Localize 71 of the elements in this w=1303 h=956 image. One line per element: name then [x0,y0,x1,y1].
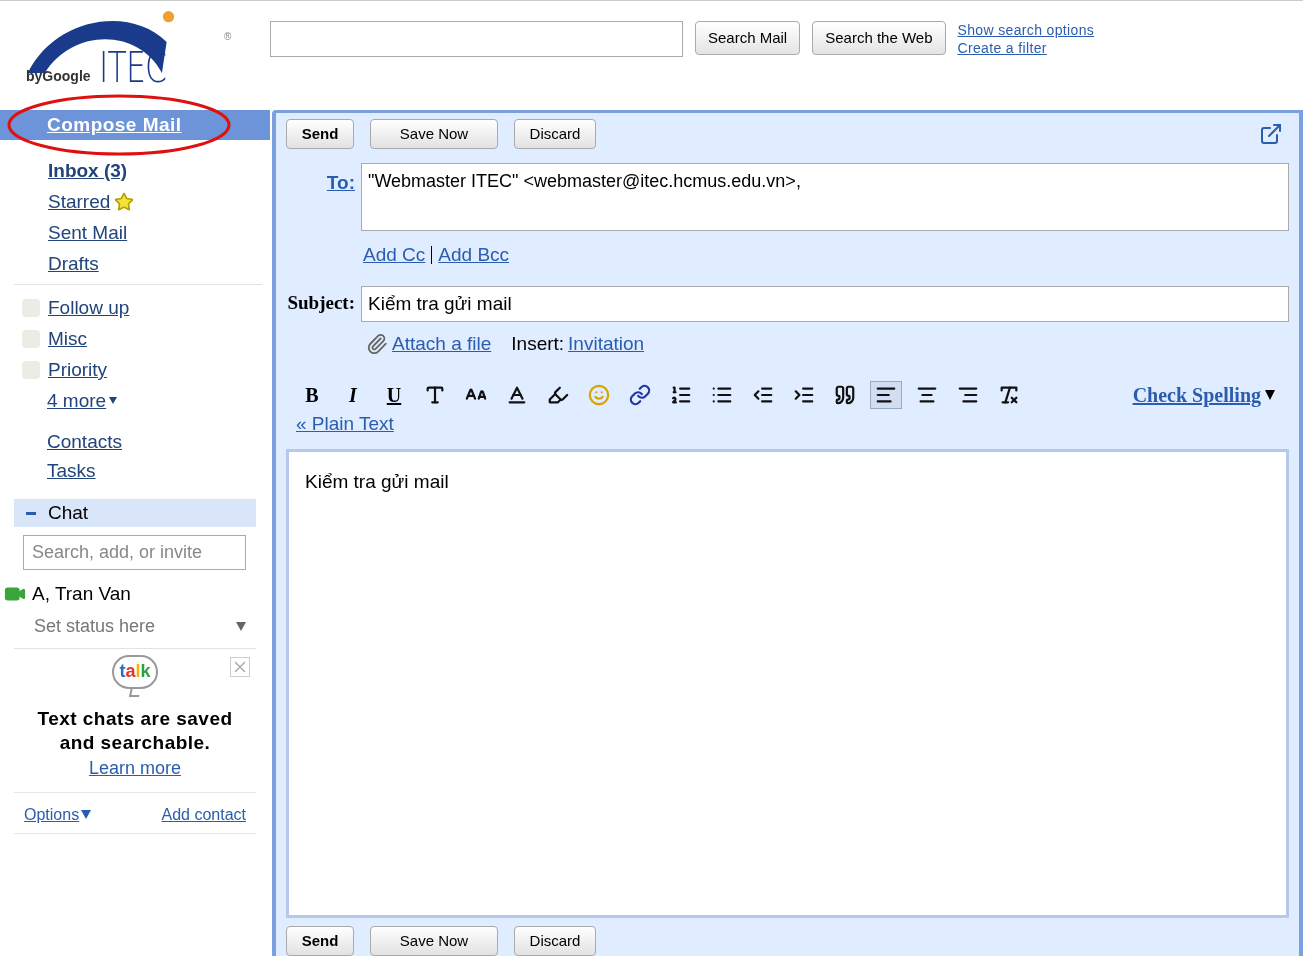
save-button[interactable]: Save Now [370,926,498,956]
indent-icon [793,384,815,406]
align-left-button[interactable] [870,381,902,409]
remove-formatting-icon [998,384,1020,406]
folder-link[interactable]: Starred [48,189,111,214]
add-cc-link[interactable]: Add Cc [363,241,426,270]
bold-button[interactable]: B [296,381,328,409]
subject-label: Subject: [287,291,355,316]
search-field[interactable] [270,21,683,57]
learn-more-link[interactable]: Learn more [88,754,182,782]
plain-text-link[interactable]: « Plain Text [296,410,394,439]
text-color-icon [506,384,528,406]
create-filter-link[interactable]: Create a filter [957,39,1095,57]
registered-mark: ® [224,30,232,44]
folder-link[interactable]: Inbox (3) [48,158,128,183]
logo-tagline: byGoogle [26,67,91,86]
to-field[interactable]: "Webmaster ITEC" <webmaster@itec.hcmus.edu.vn>, [361,163,1289,231]
send-button[interactable]: Send [286,119,354,149]
align-right-icon [957,384,979,406]
contacts-link[interactable]: Contacts [47,429,122,454]
insert-label: Insert: [511,331,565,356]
label-link[interactable]: Misc [48,326,88,351]
status-field[interactable]: Set status here [34,612,156,640]
new-window-icon[interactable] [1259,122,1283,146]
subject-field[interactable]: Kiểm tra gửi mail [361,285,1289,322]
search-mail-button[interactable]: Search Mail [695,21,801,55]
folder-link[interactable]: Drafts [48,251,99,276]
chat-user-name: A, Tran Van [32,582,131,606]
font-icon [424,384,446,406]
more-labels-link[interactable]: 4 more [47,388,107,413]
chat-title: Chat [48,500,89,525]
add-bcc-link[interactable]: Add Bcc [438,241,510,270]
to-link[interactable]: To: [326,169,355,198]
send-button[interactable]: Send [286,926,354,956]
message-body-editor[interactable]: Kiểm tra gửi mail [286,448,1289,918]
label-link[interactable]: Priority [48,357,108,382]
link-icon [629,384,651,406]
add-contact-link[interactable]: Add contact [161,802,246,827]
options-link[interactable]: Options [24,802,80,827]
highlighter-icon [547,384,569,406]
save-button[interactable]: Save Now [370,119,498,149]
collapse-toggle[interactable] [26,511,36,515]
numbered-list-icon [670,384,692,406]
dropdown-caret-icon[interactable] [109,397,118,404]
chat-promo-text: Text chats are saved and searchable. [36,706,234,755]
discard-button[interactable]: Discard [514,119,596,149]
underline-button[interactable]: U [378,381,410,409]
italic-button[interactable]: I [337,381,369,409]
chat-search-field[interactable]: Search, add, or invite [23,535,246,570]
dropdown-caret-icon[interactable] [81,810,92,819]
paperclip-icon [366,332,388,355]
align-left-icon [875,384,897,406]
outdent-icon [752,384,774,406]
folder-link[interactable]: Sent Mail [48,220,128,245]
status-dropdown-icon[interactable] [236,621,246,631]
label-link[interactable]: Follow up [48,295,130,320]
discard-button[interactable]: Discard [514,926,596,956]
attach-file-link[interactable]: Attach a file [392,329,492,358]
quote-icon [834,384,856,406]
align-center-icon [916,384,938,406]
dropdown-caret-icon[interactable] [1265,390,1275,400]
star-icon [114,191,135,212]
bulleted-list-icon [711,384,733,406]
check-spelling-link[interactable]: Check Spelling [1132,380,1261,410]
invitation-link[interactable]: Invitation [568,329,645,358]
talk-bubble-logo: talk [112,654,158,697]
search-web-button[interactable]: Search the Web [812,21,946,55]
smiley-icon [588,384,610,406]
chat-header[interactable]: Chat [14,499,256,527]
search-options-link[interactable]: Show search options [957,21,1095,39]
tasks-link[interactable]: Tasks [47,458,96,483]
